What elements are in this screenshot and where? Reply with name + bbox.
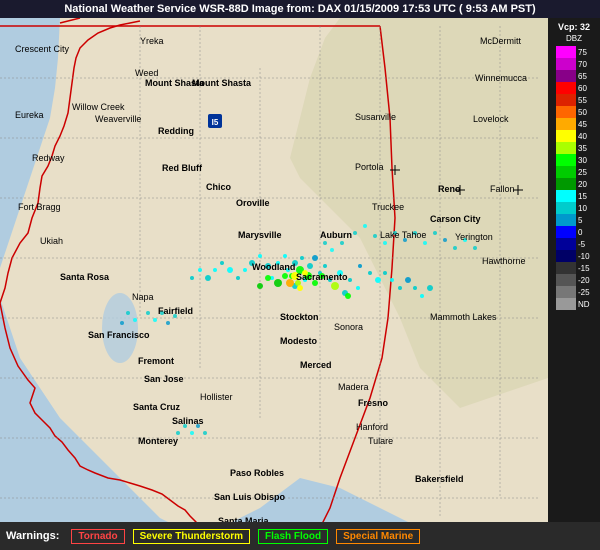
scale-color-60 [556, 82, 576, 94]
scale-color-20 [556, 178, 576, 190]
scale-color-10 [556, 202, 576, 214]
svg-text:I5: I5 [212, 118, 219, 127]
warnings-label: Warnings: [6, 530, 59, 542]
scale-label-n15: -15 [578, 264, 590, 273]
scale-label-n10: -10 [578, 252, 590, 261]
scale-label-15: 15 [578, 192, 587, 201]
scale-color-45 [556, 118, 576, 130]
scale-label-65: 65 [578, 72, 587, 81]
scale-color-70 [556, 58, 576, 70]
scale-color-0 [556, 226, 576, 238]
scale-color-75 [556, 46, 576, 58]
scale-row-55: 55 [556, 94, 592, 106]
header-title: National Weather Service WSR-88D Image f… [64, 3, 535, 15]
scale-label-75: 75 [578, 48, 587, 57]
warning-tornado[interactable]: Tornado [71, 529, 124, 544]
scale-color-n15 [556, 262, 576, 274]
scale-color-30 [556, 154, 576, 166]
scale-row-15: 15 [556, 190, 592, 202]
scale-label-70: 70 [578, 60, 587, 69]
color-scale: 75 70 65 60 55 [556, 46, 592, 310]
legend-dbz: DBZ [566, 34, 582, 43]
scale-label-30: 30 [578, 156, 587, 165]
scale-color-n10 [556, 250, 576, 262]
scale-label-45: 45 [578, 120, 587, 129]
map-area: I5 [0, 18, 548, 522]
scale-row-50: 50 [556, 106, 592, 118]
scale-row-70: 70 [556, 58, 592, 70]
scale-label-20: 20 [578, 180, 587, 189]
scale-row-nd: ND [556, 298, 592, 310]
scale-row-35: 35 [556, 142, 592, 154]
scale-color-n5 [556, 238, 576, 250]
scale-color-65 [556, 70, 576, 82]
scale-row-75: 75 [556, 46, 592, 58]
scale-color-n25 [556, 286, 576, 298]
scale-label-10: 10 [578, 204, 587, 213]
scale-color-50 [556, 106, 576, 118]
content-area: I5 [0, 18, 600, 522]
scale-label-50: 50 [578, 108, 587, 117]
scale-color-5 [556, 214, 576, 226]
scale-row-n25: -25 [556, 286, 592, 298]
legend-area: Vcp: 32 DBZ 75 70 65 60 [548, 18, 600, 522]
warnings-bar: Warnings: Tornado Severe Thunderstorm Fl… [0, 522, 600, 550]
scale-color-35 [556, 142, 576, 154]
scale-row-0: 0 [556, 226, 592, 238]
scale-row-60: 60 [556, 82, 592, 94]
warning-thunderstorm[interactable]: Severe Thunderstorm [133, 529, 250, 544]
scale-label-55: 55 [578, 96, 587, 105]
scale-row-5: 5 [556, 214, 592, 226]
scale-row-n20: -20 [556, 274, 592, 286]
legend-vcp: Vcp: 32 [558, 22, 590, 32]
warning-special-marine[interactable]: Special Marine [336, 529, 420, 544]
scale-color-55 [556, 94, 576, 106]
scale-label-n20: -20 [578, 276, 590, 285]
scale-row-n5: -5 [556, 238, 592, 250]
scale-color-n20 [556, 274, 576, 286]
scale-label-5: 5 [578, 216, 582, 225]
scale-label-n5: -5 [578, 240, 585, 249]
scale-row-65: 65 [556, 70, 592, 82]
scale-label-60: 60 [578, 84, 587, 93]
scale-label-nd: ND [578, 300, 590, 309]
header-bar: National Weather Service WSR-88D Image f… [0, 0, 600, 18]
main-container: National Weather Service WSR-88D Image f… [0, 0, 600, 550]
warning-flash-flood[interactable]: Flash Flood [258, 529, 328, 544]
scale-row-40: 40 [556, 130, 592, 142]
scale-row-n15: -15 [556, 262, 592, 274]
scale-label-25: 25 [578, 168, 587, 177]
scale-row-45: 45 [556, 118, 592, 130]
scale-row-20: 20 [556, 178, 592, 190]
scale-label-40: 40 [578, 132, 587, 141]
scale-label-35: 35 [578, 144, 587, 153]
scale-color-25 [556, 166, 576, 178]
scale-color-40 [556, 130, 576, 142]
scale-row-25: 25 [556, 166, 592, 178]
scale-color-nd [556, 298, 576, 310]
scale-row-n10: -10 [556, 250, 592, 262]
scale-label-0: 0 [578, 228, 582, 237]
scale-color-15 [556, 190, 576, 202]
scale-row-30: 30 [556, 154, 592, 166]
map-svg: I5 [0, 18, 548, 522]
scale-row-10: 10 [556, 202, 592, 214]
scale-label-n25: -25 [578, 288, 590, 297]
